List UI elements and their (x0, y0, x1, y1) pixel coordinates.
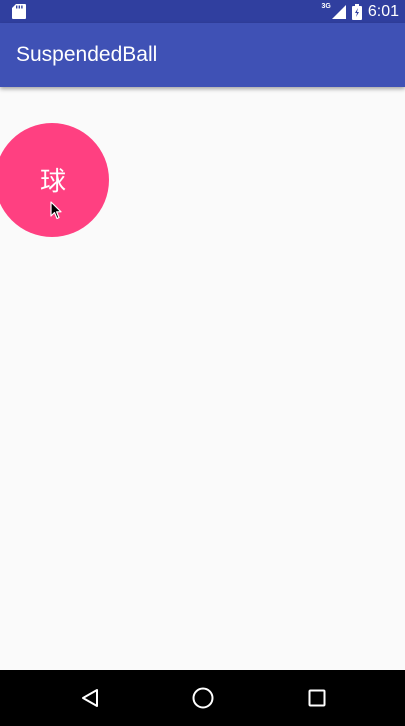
navigation-bar (0, 670, 405, 726)
network-type: 3G (321, 3, 331, 10)
clock: 6:01 (367, 2, 399, 20)
recents-button[interactable] (287, 670, 347, 726)
status-bar: 3G 6:01 (0, 0, 405, 23)
sd-card-icon (12, 4, 26, 19)
recents-icon (308, 689, 326, 707)
back-icon (82, 689, 98, 707)
back-button[interactable] (60, 670, 120, 726)
app-title: SuspendedBall (16, 43, 158, 66)
home-button[interactable] (173, 670, 233, 726)
home-icon (192, 687, 214, 709)
signal-icon (331, 4, 346, 19)
app-bar: SuspendedBall (0, 23, 405, 87)
suspended-ball-label: 球 (39, 166, 66, 197)
status-icons: 3G 6:01 (322, 0, 399, 23)
mouse-cursor-icon (50, 201, 62, 220)
battery-icon (351, 3, 362, 20)
